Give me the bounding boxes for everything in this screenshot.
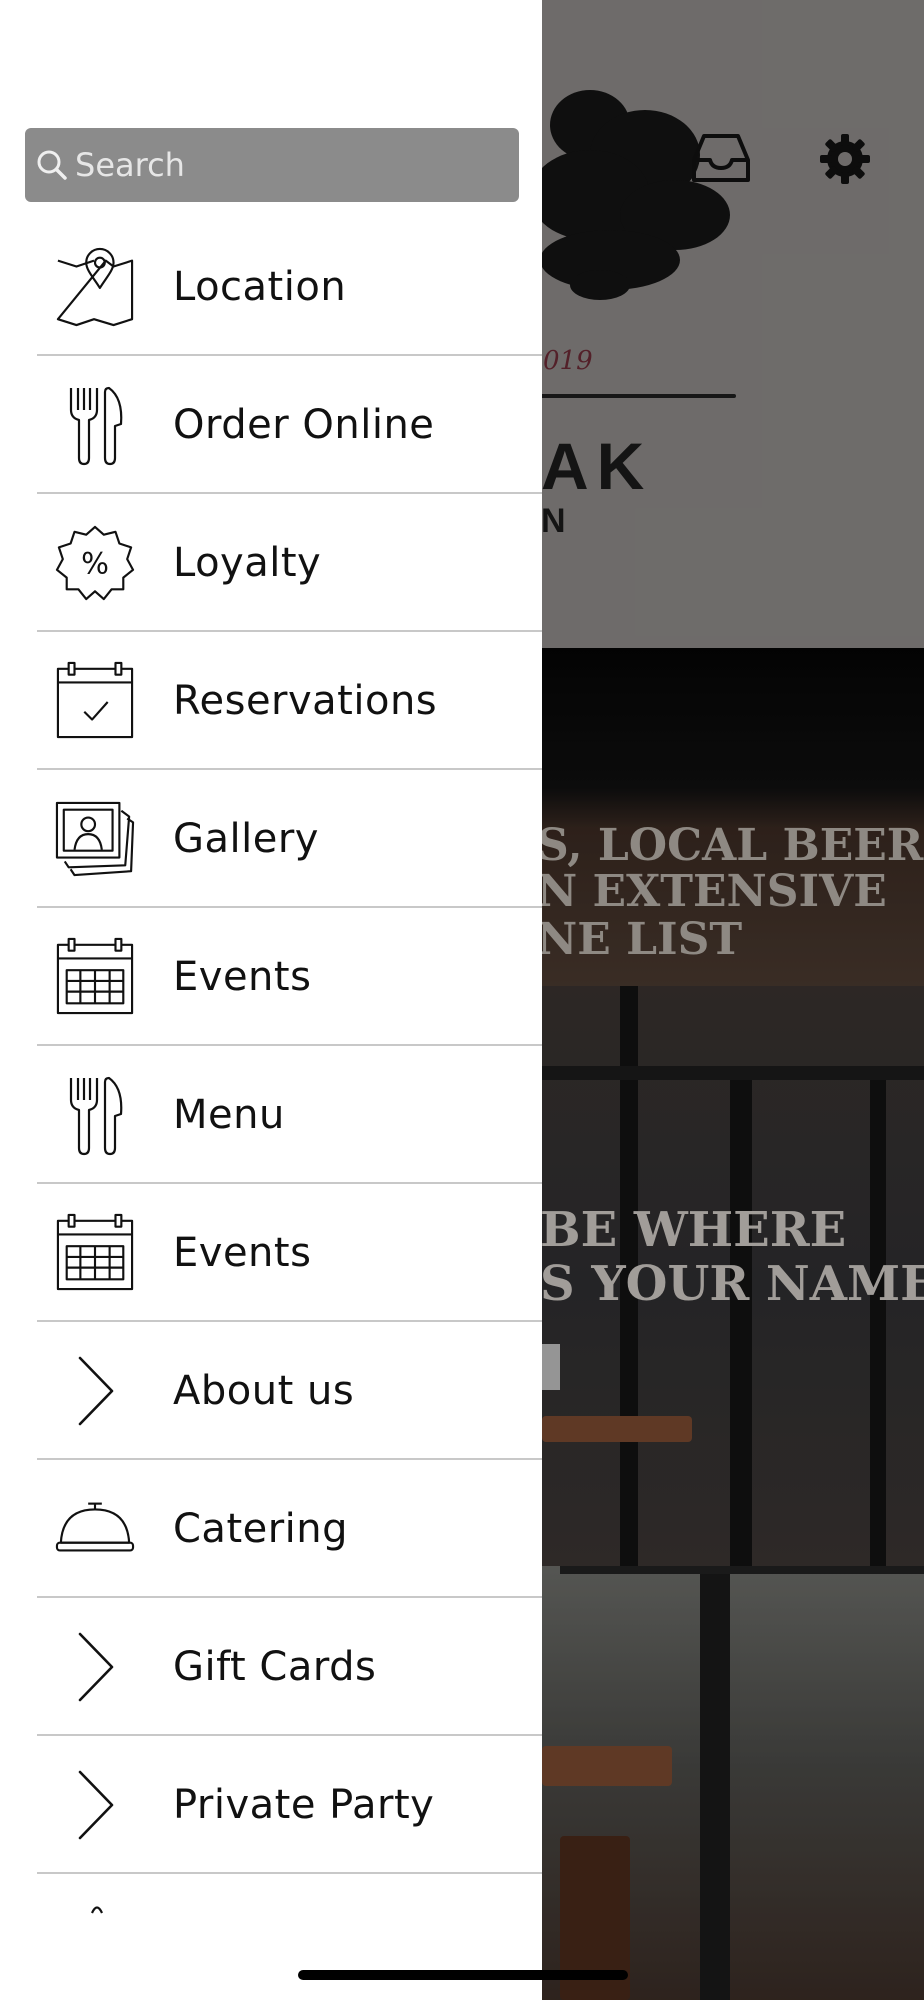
menu-item-reservations[interactable]: Reservations (0, 632, 542, 770)
search-icon (35, 148, 69, 182)
menu-item-events[interactable]: Events (0, 908, 542, 1046)
percent-badge-icon: % (55, 523, 135, 603)
chevron-right-icon (55, 1765, 135, 1845)
menu-item-label: Gift Cards (173, 1644, 377, 1690)
chevron-right-icon (55, 1351, 135, 1431)
menu-item-label: Order Online (173, 402, 435, 448)
menu-item-events-2[interactable]: Events (0, 1184, 542, 1322)
menu-item-label: Menu (173, 1092, 285, 1138)
menu-item-gallery[interactable]: Gallery (0, 770, 542, 908)
chevron-right-icon (55, 1627, 135, 1707)
menu-item-label: Private Party (173, 1782, 435, 1828)
menu-item-label: Reservations (173, 678, 438, 724)
menu-item-about-us[interactable]: About us (0, 1322, 542, 1460)
fork-knife-icon (55, 385, 135, 466)
menu-item-label: Gallery (173, 816, 319, 862)
fork-knife-icon (55, 1075, 135, 1156)
menu-item-catering[interactable]: Catering (0, 1460, 542, 1598)
menu-item-menu[interactable]: Menu (0, 1046, 542, 1184)
menu-item-label: Events (173, 1230, 312, 1276)
map-pin-icon (55, 247, 135, 327)
home-indicator[interactable] (298, 1970, 628, 1980)
calendar-grid-icon (55, 937, 135, 1017)
calendar-check-icon (55, 661, 135, 741)
next-item-icon-peek (90, 1906, 104, 1914)
menu-item-label: Events (173, 954, 312, 1000)
photo-stack-icon (55, 799, 135, 879)
menu-item-label: About us (173, 1368, 355, 1414)
calendar-grid-icon (55, 1213, 135, 1293)
search-bar[interactable] (25, 128, 519, 202)
menu-item-private-party[interactable]: Private Party (0, 1736, 542, 1874)
divider (37, 1872, 542, 1874)
serving-cloche-icon (55, 1489, 135, 1569)
menu-item-loyalty[interactable]: % Loyalty (0, 494, 542, 632)
menu-item-label: Loyalty (173, 540, 322, 586)
svg-text:%: % (81, 547, 109, 581)
menu-item-gift-cards[interactable]: Gift Cards (0, 1598, 542, 1736)
menu-list: Location Order Online % Loyalty Reservat… (0, 218, 542, 1874)
menu-item-order-online[interactable]: Order Online (0, 356, 542, 494)
search-input[interactable] (73, 145, 497, 185)
menu-item-label: Catering (173, 1506, 349, 1552)
navigation-drawer: Location Order Online % Loyalty (0, 0, 542, 2000)
menu-item-location[interactable]: Location (0, 218, 542, 356)
menu-item-label: Location (173, 264, 347, 310)
